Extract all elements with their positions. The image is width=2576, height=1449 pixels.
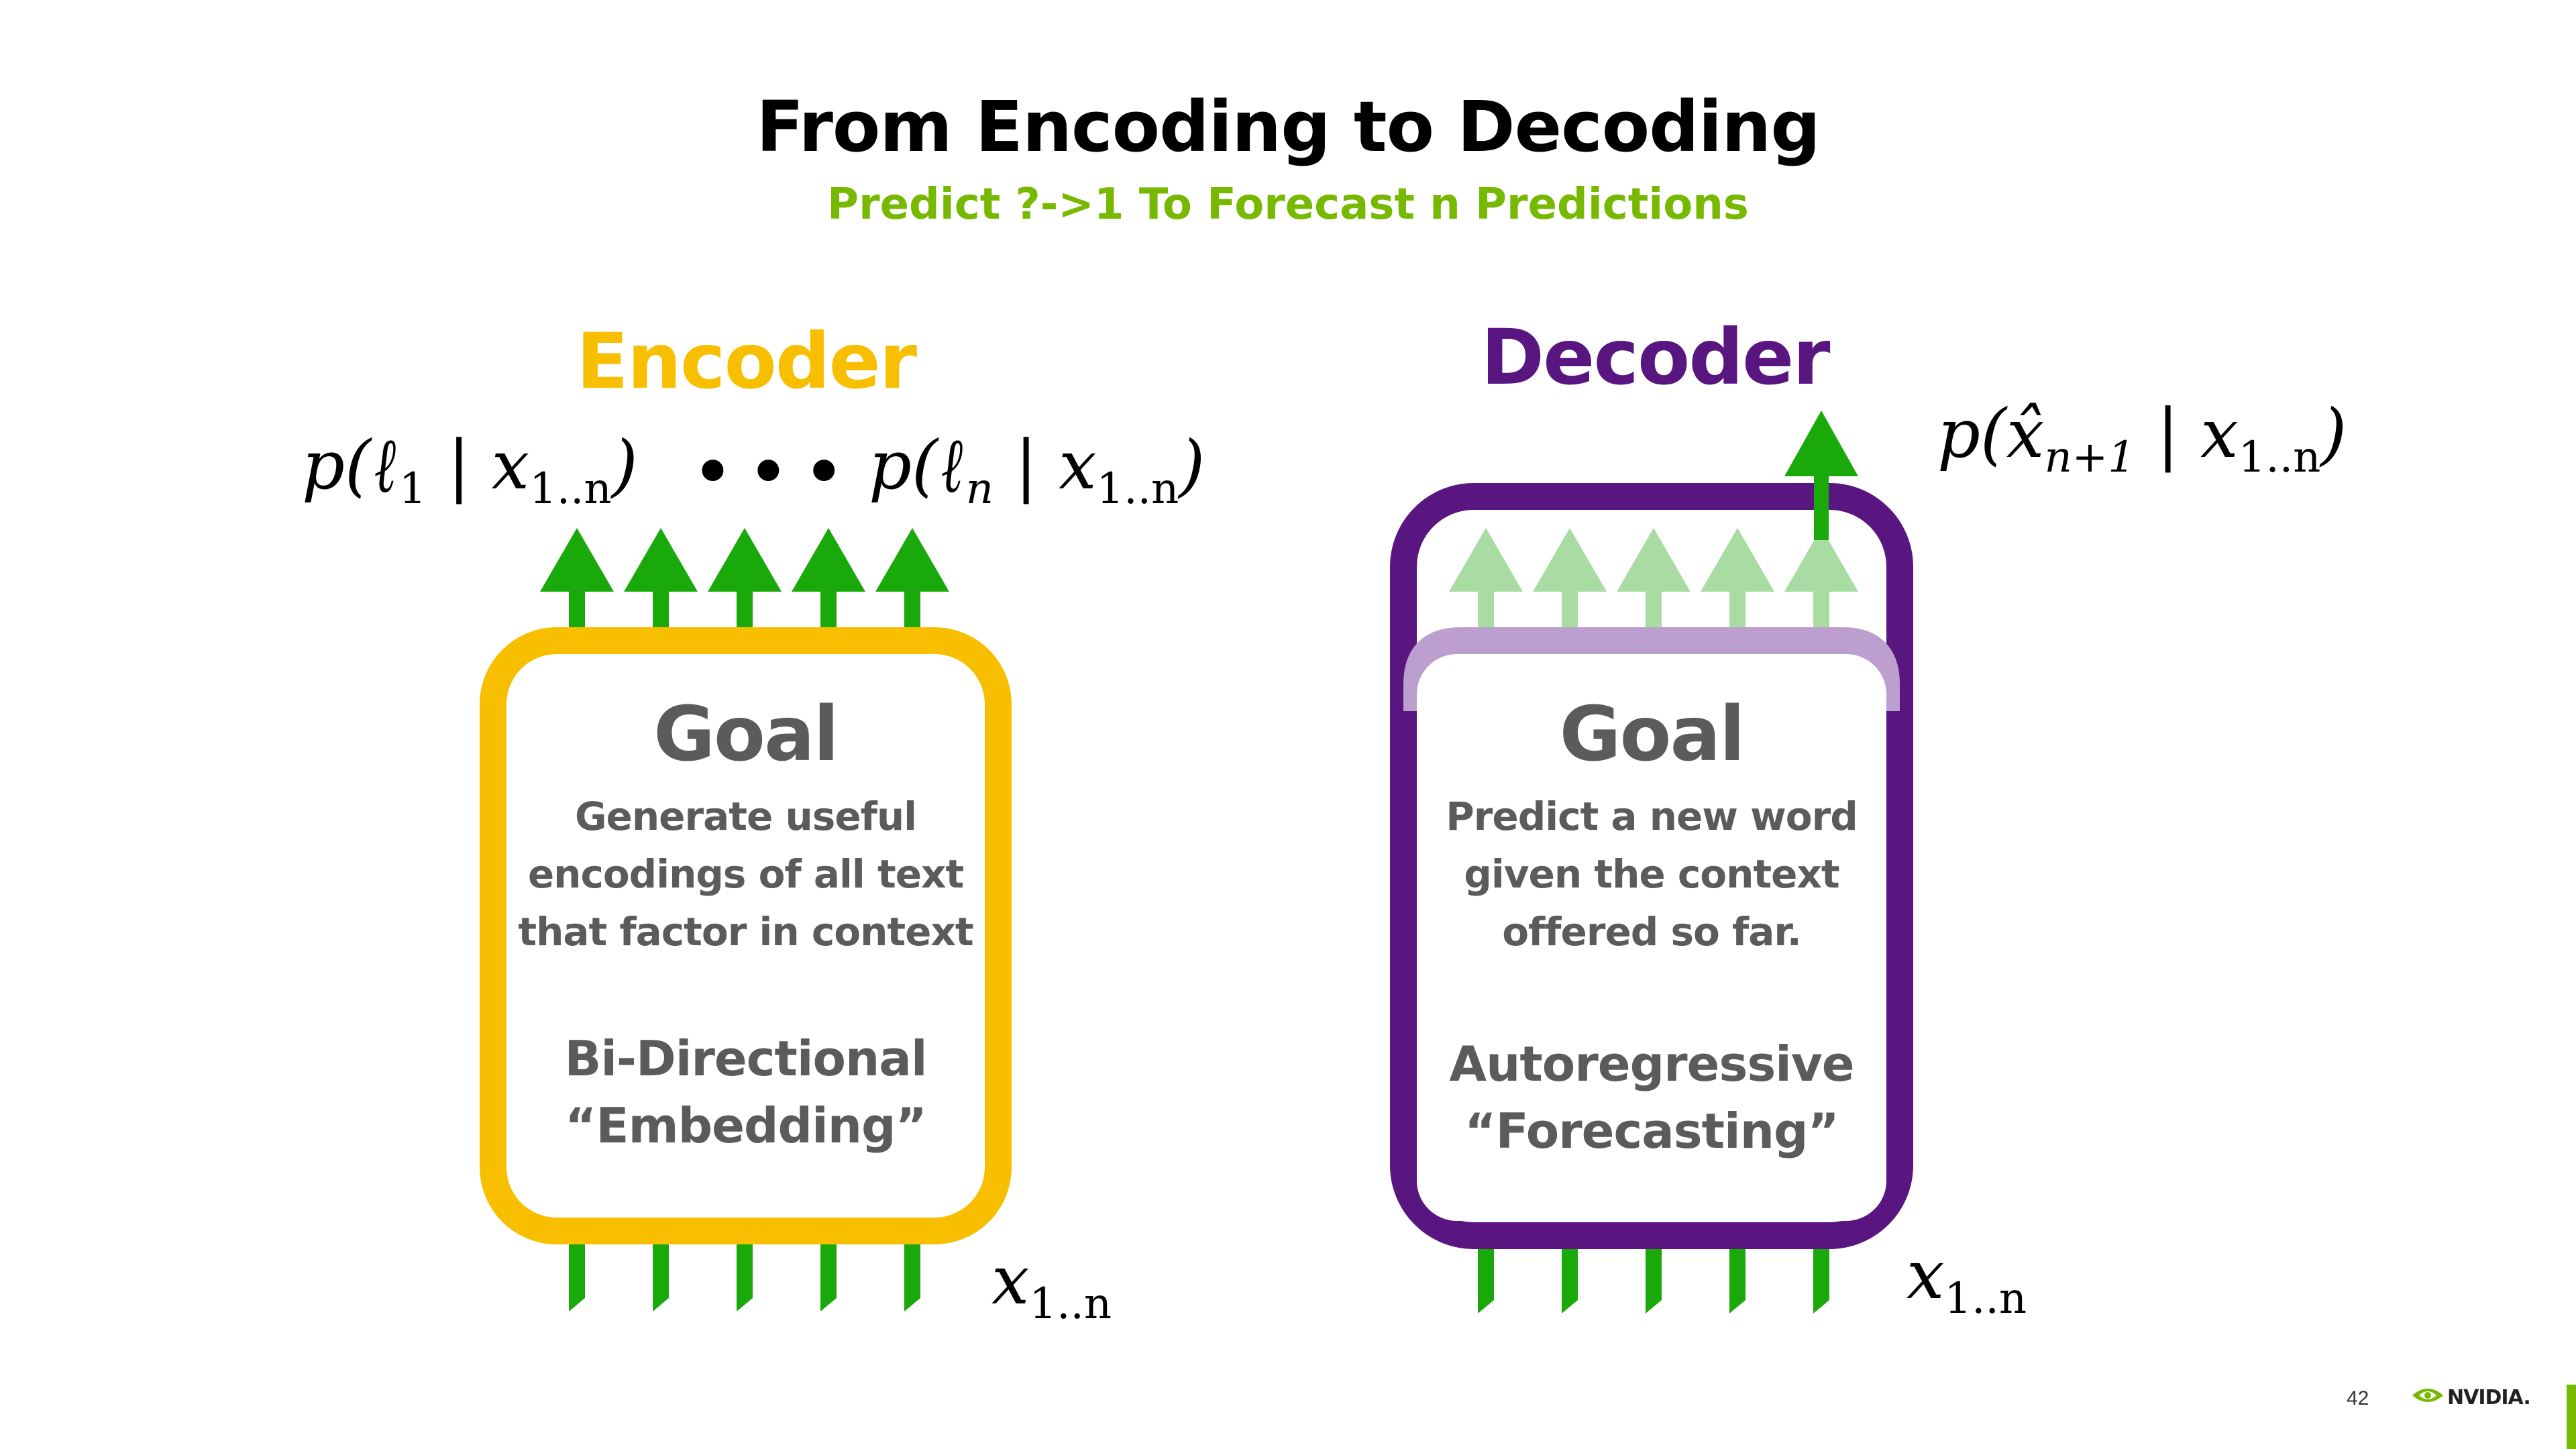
encoder-mode-line: “Embedding” [565,1097,927,1154]
decoder-mode: Autoregressive “Forecasting” [1417,1030,1886,1165]
encoder-box-content: Goal Generate useful encodings of all te… [506,691,985,1159]
decoder-input-arrow-2 [1562,1241,1578,1313]
encoder-output-arrow-3 [708,528,782,639]
encoder-output-arrows [540,528,949,639]
page-number: 42 [2347,1387,2369,1409]
decoder-input-arrow-3 [1646,1241,1662,1313]
encoder-heading: Encoder [576,317,917,406]
decoder-input-arrow-1 [1478,1241,1494,1313]
encoder-ellipsis: ••• [691,429,858,515]
decoder-box-content: Goal Predict a new word given the contex… [1417,691,1886,1165]
decoder-heading: Decoder [1481,313,1831,402]
encoder-decoder-diagram [480,411,1913,1313]
encoder-input-arrows [569,1241,920,1311]
decoder-mode-line: “Forecasting” [1464,1103,1839,1159]
encoder-goal-description: Generate useful encodings of all text th… [506,788,985,961]
decoder-description-line: given the context [1464,851,1839,897]
decoder-description-line: offered so far. [1502,909,1802,955]
encoder-output-arrow-1 [540,528,614,639]
encoder-description-line: Generate useful [574,794,917,839]
decoder-mode-line: Autoregressive [1449,1036,1854,1092]
encoder-mode-line: Bi-Directional [564,1030,928,1087]
decoder-input-label: x1..n [1907,1236,2027,1324]
encoder-output-arrow-5 [875,528,949,639]
encoder-input-label: x1..n [991,1241,1112,1329]
decoder-output-formula: p(x̂n+1 | x1..n) [1937,394,2347,482]
encoder-output-arrow-4 [792,528,865,639]
decoder-input-arrow-4 [1729,1241,1746,1313]
accent-corner-bar [2567,1385,2576,1449]
nvidia-logo-text: NVIDIA. [2447,1386,2531,1409]
encoder-description-line: that factor in context [518,909,973,955]
decoder-input-arrows [1478,1241,1829,1313]
decoder-output-arrow-head [1784,411,1858,476]
encoder-input-arrow-1 [569,1241,585,1311]
nvidia-eye-icon [2412,1389,2443,1402]
encoder-goal-heading: Goal [653,691,839,778]
encoder-output-last-formula: p(ℓn | x1..n) [869,420,1205,514]
encoder-input-arrow-2 [653,1241,669,1311]
encoder-description-line: encodings of all text [527,851,964,897]
encoder-output-first-formula: p(ℓ1 | x1..n) [302,420,638,514]
decoder-goal-heading: Goal [1559,691,1746,778]
encoder-input-arrow-3 [737,1241,753,1311]
encoder-input-arrow-5 [904,1241,920,1311]
decoder-output-arrow-shaft [1814,470,1829,540]
encoder-output-arrow-2 [624,528,698,639]
decoder-input-arrow-5 [1813,1241,1829,1313]
decoder-description-line: Predict a new word [1446,794,1858,839]
encoder-input-arrow-4 [820,1241,837,1311]
encoder-mode: Bi-Directional “Embedding” [506,1025,985,1159]
decoder-goal-description: Predict a new word given the context off… [1417,788,1886,961]
